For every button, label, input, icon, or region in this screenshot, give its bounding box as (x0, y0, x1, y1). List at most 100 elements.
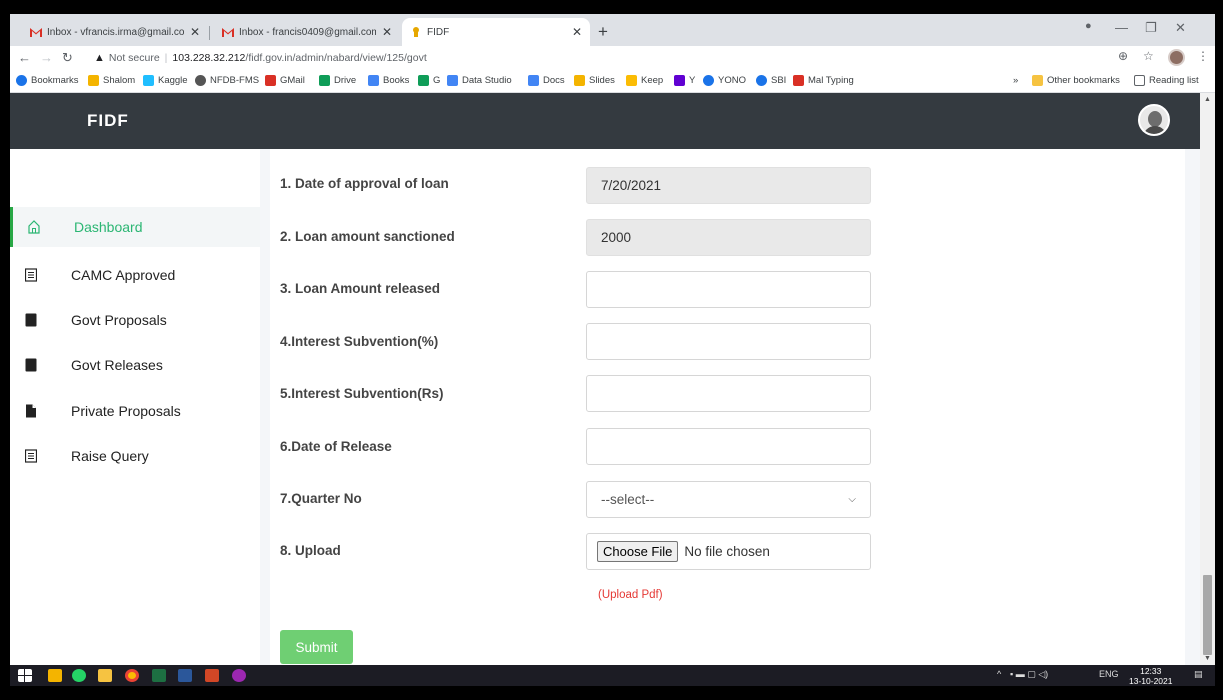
brand-logo[interactable]: FIDF (87, 111, 129, 131)
bookmark-data-studio[interactable]: Data Studio (447, 75, 512, 86)
excel-icon[interactable] (152, 669, 166, 682)
submit-button[interactable]: Submit (280, 630, 353, 664)
folder-icon (1032, 75, 1043, 86)
sidebar-item-label: CAMC Approved (71, 267, 176, 283)
back-icon[interactable]: ← (18, 50, 31, 65)
quarter-select[interactable]: --select-- ⌵ (586, 481, 871, 518)
field-label-quarter: 7.Quarter No (280, 491, 362, 506)
minimize-icon[interactable]: — (1115, 20, 1128, 35)
separator: | (164, 52, 168, 64)
book-icon (25, 358, 37, 372)
list-icon (25, 449, 37, 463)
bookmark-drive[interactable]: Drive (319, 75, 356, 86)
profile-icon[interactable]: ● (1085, 20, 1092, 32)
release-date-field[interactable] (586, 428, 871, 465)
interest-subvention-pct-field[interactable] (586, 323, 871, 360)
clock[interactable]: 12:33 13-10-2021 (1129, 666, 1172, 686)
bookmark-docs[interactable]: Docs (528, 75, 565, 86)
slides-icon (574, 75, 585, 86)
tab-title: Inbox - vfrancis.irma@gmail.com (47, 26, 184, 38)
forward-icon[interactable]: → (40, 50, 53, 65)
upload-hint: (Upload Pdf) (598, 589, 663, 601)
interest-subvention-rs-field[interactable] (586, 375, 871, 412)
loan-sanctioned-field[interactable]: 2000 (586, 219, 871, 256)
tab-gmail-francis[interactable]: Inbox - francis0409@gmail.com ✕ (214, 18, 400, 46)
bookmark-kaggle[interactable]: Kaggle (143, 75, 188, 86)
tray-overflow-icon[interactable]: ^ (997, 669, 1001, 679)
close-icon[interactable]: ✕ (572, 25, 582, 39)
list-icon (25, 268, 37, 282)
tab-bar: Inbox - vfrancis.irma@gmail.com ✕ Inbox … (10, 14, 1215, 46)
bookmark-mal-typing[interactable]: Mal Typing (793, 75, 854, 86)
other-bookmarks[interactable]: Other bookmarks (1032, 75, 1120, 86)
chrome-icon[interactable] (125, 669, 139, 682)
bookmark-nfdb[interactable]: NFDB-FMS (195, 75, 259, 86)
sidebar-item-private-proposals[interactable]: Private Proposals (10, 391, 260, 431)
user-avatar[interactable] (1138, 104, 1170, 136)
sidebar-item-govt-releases[interactable]: Govt Releases (10, 345, 260, 385)
scroll-up-icon[interactable]: ▲ (1204, 96, 1211, 103)
gmail-icon (265, 75, 276, 86)
restore-icon[interactable]: ❐ (1145, 20, 1157, 36)
reload-icon[interactable]: ↻ (62, 50, 73, 66)
scrollbar-thumb[interactable] (1203, 575, 1212, 655)
word-icon[interactable] (178, 669, 192, 682)
sidebar-item-govt-proposals[interactable]: Govt Proposals (10, 300, 260, 340)
star-icon (16, 75, 27, 86)
sticky-notes-icon[interactable] (48, 669, 62, 682)
close-icon[interactable]: ✕ (382, 25, 392, 39)
tab-fidf[interactable]: FIDF ✕ (402, 18, 590, 46)
bookmark-shalom[interactable]: Shalom (88, 75, 135, 86)
tray-icons[interactable]: ▪ ▬ ▢ ◁) (1010, 669, 1048, 680)
bookmark-bookmarks[interactable]: Bookmarks (16, 75, 79, 86)
address-bar[interactable]: ▲ Not secure | 103.228.32.212 /fidf.gov.… (94, 48, 1114, 68)
upload-file-input[interactable]: Choose File No file chosen (586, 533, 871, 570)
bookmarks-overflow[interactable]: » (1013, 75, 1018, 86)
zoom-icon[interactable]: ⊕ (1118, 49, 1128, 63)
bookmark-gmail[interactable]: GMail (265, 75, 305, 86)
yono-icon (703, 75, 714, 86)
sidebar-item-dashboard[interactable]: Dashboard (10, 207, 260, 247)
approval-date-field[interactable]: 7/20/2021 (586, 167, 871, 204)
bookmark-slides[interactable]: Slides (574, 75, 615, 86)
notifications-icon[interactable]: ▤ (1194, 669, 1203, 680)
reading-list[interactable]: Reading list (1134, 75, 1199, 86)
sheets-icon (418, 75, 429, 86)
tab-gmail-vfrancis[interactable]: Inbox - vfrancis.irma@gmail.com ✕ (22, 18, 208, 46)
language-indicator[interactable]: ENG (1099, 669, 1119, 679)
close-window-icon[interactable]: ✕ (1175, 20, 1186, 36)
bookmark-sbi[interactable]: SBI (756, 75, 786, 86)
field-label-upload: 8. Upload (280, 543, 341, 558)
paint-icon[interactable] (232, 669, 246, 682)
sidebar-item-raise-query[interactable]: Raise Query (10, 436, 260, 476)
powerpoint-icon[interactable] (205, 669, 219, 682)
bookmark-books[interactable]: Books (368, 75, 409, 86)
google-icon (368, 75, 379, 86)
field-label-loan-sanctioned: 2. Loan amount sanctioned (280, 229, 455, 244)
bookmark-keep[interactable]: Keep (626, 75, 663, 86)
bookmark-g[interactable]: G (418, 75, 440, 86)
clock-date: 13-10-2021 (1129, 676, 1173, 686)
field-label-interest-pct: 4.Interest Subvention(%) (280, 334, 439, 349)
whatsapp-icon[interactable] (72, 669, 86, 682)
choose-file-button[interactable]: Choose File (597, 541, 679, 562)
windows-start-icon[interactable] (18, 669, 32, 682)
browser-window: Inbox - vfrancis.irma@gmail.com ✕ Inbox … (10, 14, 1215, 686)
clock-time: 12:33 (1140, 666, 1162, 676)
sidebar-item-camc-approved[interactable]: CAMC Approved (10, 255, 260, 295)
scroll-down-icon[interactable]: ▼ (1204, 655, 1211, 662)
new-tab-button[interactable]: + (598, 22, 608, 42)
url-host: 103.228.32.212 (172, 52, 246, 64)
profile-avatar[interactable] (1168, 49, 1185, 66)
page-scrollbar[interactable]: ▲ ▼ (1200, 93, 1215, 665)
menu-icon[interactable]: ⋮ (1197, 49, 1209, 63)
close-icon[interactable]: ✕ (190, 25, 200, 39)
file-explorer-icon[interactable] (98, 669, 112, 682)
bookmark-y[interactable]: Y (674, 75, 695, 86)
bookmark-yono[interactable]: YONO (703, 75, 746, 86)
star-icon[interactable]: ☆ (1143, 49, 1154, 63)
typing-icon (793, 75, 804, 86)
windows-taskbar: ^ ▪ ▬ ▢ ◁) ENG 12:33 13-10-2021 ▤ (10, 665, 1215, 686)
loan-released-field[interactable] (586, 271, 871, 308)
sidebar-item-label: Private Proposals (71, 403, 181, 419)
